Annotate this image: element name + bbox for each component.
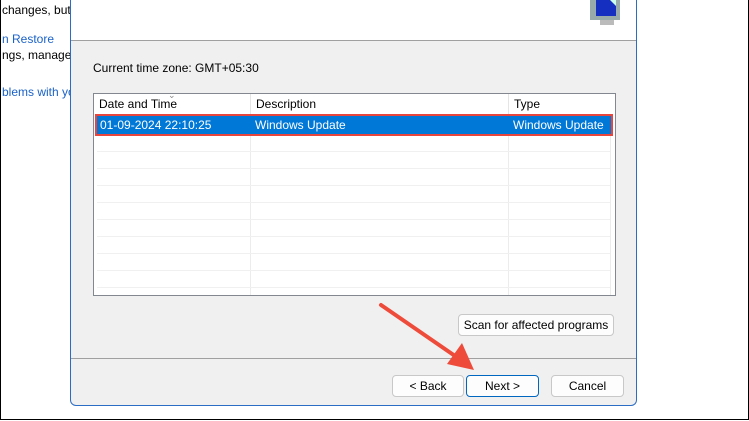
annotation-arrow-icon	[379, 303, 474, 370]
